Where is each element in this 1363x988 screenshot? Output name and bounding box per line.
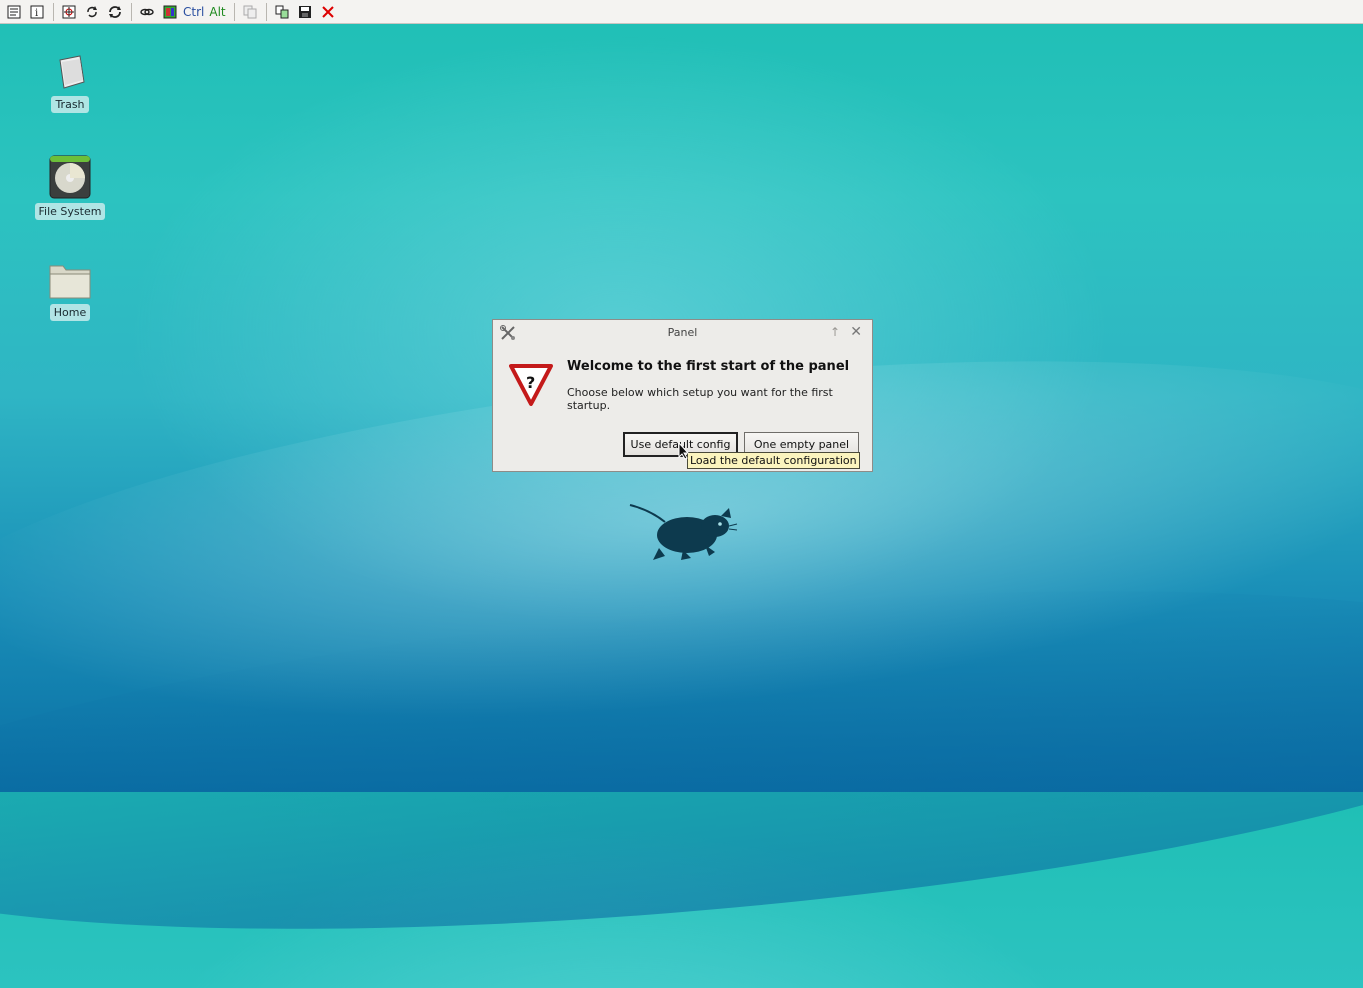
toolbar-separator xyxy=(131,2,132,21)
toolbar-separator xyxy=(265,2,267,21)
dialog-title: Panel xyxy=(667,326,698,339)
dialog-heading: Welcome to the first start of the panel xyxy=(567,359,850,374)
remote-toolbar: i Ctrl Alt xyxy=(0,0,1363,24)
xfce-mouse-logo xyxy=(629,504,738,560)
desktop-icon-label: Trash xyxy=(51,96,89,113)
select-icon[interactable] xyxy=(59,2,79,22)
save-icon[interactable] xyxy=(295,2,315,22)
dialog-titlebar[interactable]: Panel ↑ ✕ xyxy=(493,320,872,346)
folder-icon xyxy=(49,265,91,299)
warning-question-icon: ? xyxy=(509,364,553,406)
svg-text:i: i xyxy=(35,8,38,19)
trash-icon xyxy=(59,55,85,89)
desktop-icon-file-system[interactable]: File System xyxy=(30,155,110,220)
panel-icon[interactable] xyxy=(160,2,180,22)
alt-key-button[interactable]: Alt xyxy=(209,5,225,19)
refresh-icon[interactable] xyxy=(82,2,102,22)
drive-icon xyxy=(49,155,91,199)
desktop-icon-trash[interactable]: Trash xyxy=(30,52,110,113)
close-icon[interactable]: ✕ xyxy=(850,324,862,340)
toolbar-separator xyxy=(53,2,54,21)
info-icon[interactable]: i xyxy=(27,2,47,22)
arrow-up-icon[interactable]: ↑ xyxy=(830,325,840,339)
desktop-icon-label: Home xyxy=(49,304,91,321)
copy-icon[interactable] xyxy=(240,2,260,22)
ctrl-key-button[interactable]: Ctrl xyxy=(183,5,204,19)
link-icon[interactable] xyxy=(137,2,157,22)
desktop-icon-label: File System xyxy=(34,203,106,220)
mouse-cursor-icon xyxy=(678,442,690,460)
properties-icon[interactable] xyxy=(4,2,24,22)
close-icon[interactable] xyxy=(318,2,338,22)
sync-icon[interactable] xyxy=(105,2,125,22)
svg-text:?: ? xyxy=(526,373,535,392)
dialog-message: Choose below which setup you want for th… xyxy=(567,386,833,412)
desktop-icon-home[interactable]: Home xyxy=(30,262,110,321)
toolbar-separator xyxy=(233,2,235,21)
tooltip: Load the default configuration xyxy=(687,452,860,469)
transfer-icon[interactable] xyxy=(272,2,292,22)
